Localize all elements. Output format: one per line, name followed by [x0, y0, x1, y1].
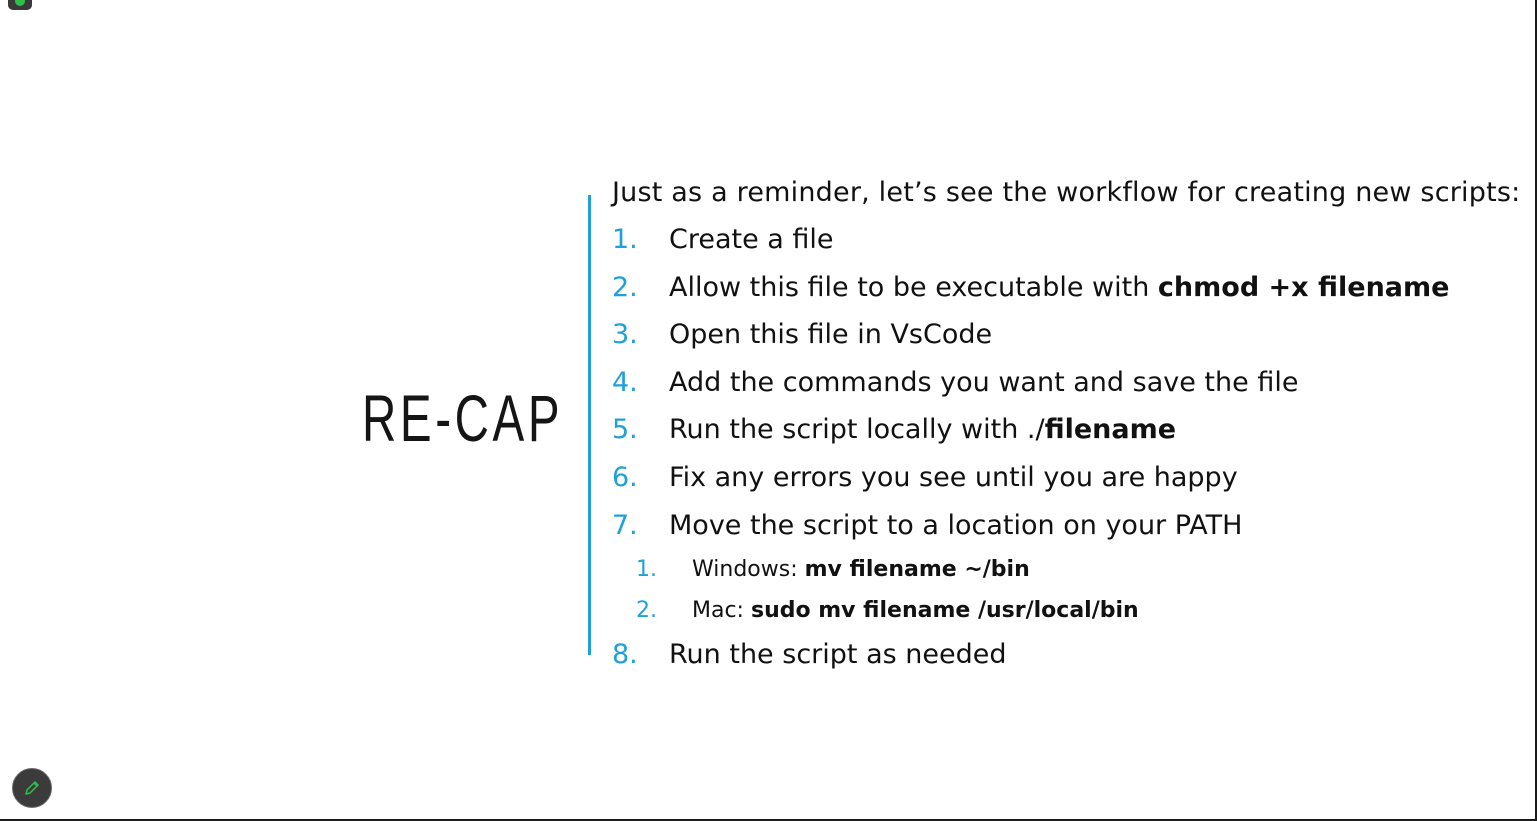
list-text: Add the commands you want and save the f… [669, 359, 1298, 407]
list-text-plain: Allow this file to be executable with [669, 271, 1158, 303]
sub-list-text: Mac: sudo mv filename /usr/local/bin [692, 590, 1139, 631]
sub-list-number: 1. [636, 557, 657, 583]
sub-list-item: 2. Mac: sudo mv filename /usr/local/bin [612, 590, 1532, 631]
pen-icon [25, 781, 39, 795]
slide-content: Just as a reminder, let’s see the workfl… [612, 170, 1532, 679]
list-text-plain: Add the commands you want and save the f… [669, 366, 1299, 398]
sub-list-text: Windows: mv filename ~/bin [692, 549, 1030, 590]
list-item: 5. Run the script locally with ./filenam… [612, 406, 1532, 454]
slide-canvas: RE-CAP Just as a reminder, let’s see the… [0, 0, 1537, 821]
list-text-plain: Run the script as needed [669, 639, 1007, 671]
pen-annotation-button[interactable] [12, 768, 52, 808]
command-text: filename [1044, 414, 1177, 446]
list-item: 7. Move the script to a location on your… [612, 502, 1532, 550]
list-text: Open this file in VsCode [669, 311, 992, 359]
list-item: 4. Add the commands you want and save th… [612, 359, 1532, 407]
list-text: Run the script locally with ./filename [669, 406, 1176, 454]
list-number: 4. [612, 366, 638, 398]
list-text-plain: Run the script locally with ./ [669, 414, 1045, 446]
command-text: chmod +x filename [1157, 271, 1450, 303]
status-dot [15, 0, 25, 6]
list-text: Run the script as needed [669, 631, 1007, 679]
list-item: 6. Fix any errors you see until you are … [612, 454, 1532, 502]
list-text: Fix any errors you see until you are hap… [669, 454, 1238, 502]
list-text-plain: Move the script to a location on your PA… [669, 509, 1243, 541]
list-number: 3. [612, 319, 638, 351]
list-number: 1. [612, 224, 638, 255]
sub-list-text-plain: Mac: [692, 598, 751, 624]
list-text: Create a file [669, 216, 834, 264]
command-text: mv filename ~/bin [804, 557, 1030, 583]
list-text-plain: Fix any errors you see until you are hap… [669, 461, 1238, 493]
list-text-plain: Create a file [669, 224, 834, 255]
list-number: 6. [612, 461, 638, 493]
list-item: 3. Open this file in VsCode [612, 311, 1532, 359]
sub-list-number: 2. [636, 598, 657, 624]
sub-list-item: 1. Windows: mv filename ~/bin [612, 549, 1532, 590]
slide-title: RE-CAP [362, 381, 564, 455]
command-text: sudo mv filename [750, 598, 978, 624]
accent-divider [588, 195, 591, 655]
list-number: 8. [612, 639, 638, 671]
status-indicator-icon [8, 0, 32, 10]
intro-text: Just as a reminder, let’s see the workfl… [612, 177, 1521, 208]
list-text: Allow this file to be executable with ch… [669, 264, 1449, 312]
list-item: 8. Run the script as needed [612, 631, 1532, 679]
list-number: 7. [612, 509, 638, 541]
list-number: 2. [612, 271, 638, 303]
list-text-plain: Open this file in VsCode [669, 319, 993, 351]
list-item: 1. Create a file [612, 216, 1532, 264]
list-item: 2. Allow this file to be executable with… [612, 264, 1532, 312]
command-path-text: /usr/local/bin [977, 598, 1139, 624]
sub-list-text-plain: Windows: [692, 557, 805, 583]
list-text: Move the script to a location on your PA… [669, 502, 1242, 550]
list-number: 5. [612, 414, 638, 446]
